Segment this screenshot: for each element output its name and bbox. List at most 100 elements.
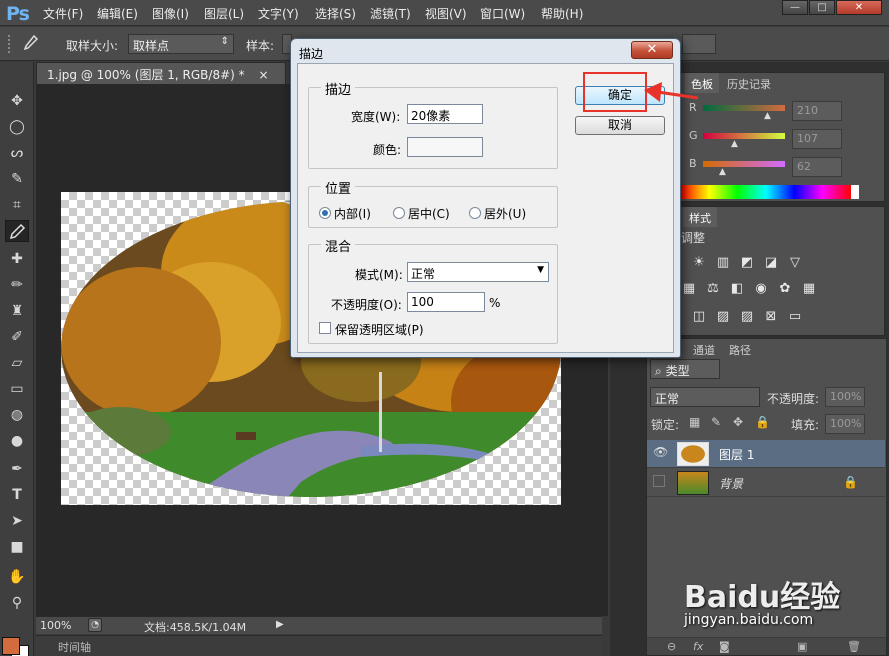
lock-pixels-icon[interactable]: ▦	[689, 415, 700, 429]
status-info-icon[interactable]: ◔	[88, 618, 102, 632]
brightness-icon[interactable]: ☀	[691, 255, 707, 271]
radio-inside[interactable]	[319, 207, 331, 219]
menu-layer[interactable]: 图层(L)	[204, 5, 244, 22]
maximize-button[interactable]: □	[809, 0, 835, 15]
threshold-icon[interactable]: ▨	[739, 309, 755, 325]
menu-filter[interactable]: 滤镜(T)	[370, 5, 411, 22]
cancel-button[interactable]: 取消	[575, 116, 665, 135]
move-tool-icon[interactable]: ✥	[5, 90, 29, 112]
tab-paths[interactable]: 路径	[723, 339, 757, 359]
zoom-tool-icon[interactable]: ⚲	[5, 592, 29, 614]
eyedropper-tool-icon[interactable]	[5, 220, 29, 242]
slider-thumb-icon[interactable]: ▲	[764, 111, 771, 121]
dodge-tool-icon[interactable]: ●	[5, 430, 29, 452]
color-balance-icon[interactable]: ⚖	[705, 281, 721, 297]
foreground-color-swatch[interactable]	[2, 637, 20, 655]
eraser-tool-icon[interactable]: ▱	[5, 352, 29, 374]
lock-all-icon[interactable]: 🔒	[755, 415, 770, 429]
channel-g-value[interactable]: 107	[792, 129, 842, 149]
channel-g-slider[interactable]	[703, 133, 785, 139]
crop-tool-icon[interactable]: ⌗	[5, 194, 29, 216]
color-swatch-field[interactable]	[407, 137, 483, 157]
lasso-tool-icon[interactable]: ᔕ	[5, 142, 29, 164]
eyedropper-tool-icon[interactable]	[20, 33, 40, 53]
gradient-tool-icon[interactable]: ▭	[5, 378, 29, 400]
vibrance-icon[interactable]: ▽	[787, 255, 803, 271]
minimize-button[interactable]: —	[782, 0, 808, 15]
marquee-tool-icon[interactable]: ◯	[5, 116, 29, 138]
menu-select[interactable]: 选择(S)	[315, 5, 356, 22]
preserve-transparency-checkbox[interactable]	[319, 322, 331, 334]
radio-outside-label[interactable]: 居外(U)	[484, 205, 526, 222]
lock-image-icon[interactable]: ✎	[711, 415, 721, 429]
layer-name[interactable]: 图层 1	[719, 446, 754, 463]
channel-b-slider[interactable]	[703, 161, 785, 167]
channel-r-value[interactable]: 210	[792, 101, 842, 121]
radio-center[interactable]	[393, 207, 405, 219]
document-tab[interactable]: 1.jpg @ 100% (图层 1, RGB/8#) * ×	[36, 62, 286, 84]
gradient-map-icon[interactable]: ▭	[787, 309, 803, 325]
white-swatch[interactable]	[851, 185, 859, 199]
brush-tool-icon[interactable]: ✏	[5, 274, 29, 296]
rectangle-tool-icon[interactable]: ■	[5, 536, 29, 558]
quick-select-tool-icon[interactable]: ✎	[5, 168, 29, 190]
layer-row[interactable]: 背景 🔒	[647, 469, 885, 497]
menu-view[interactable]: 视图(V)	[425, 5, 467, 22]
status-menu-arrow-icon[interactable]: ▶	[276, 619, 284, 630]
selective-color-icon[interactable]: ⊠	[763, 309, 779, 325]
document-tab-close[interactable]: ×	[258, 68, 268, 82]
slider-thumb-icon[interactable]: ▲	[731, 139, 738, 149]
eye-icon[interactable]: 👁	[653, 445, 668, 459]
mask-icon[interactable]: ◙	[719, 640, 730, 653]
history-brush-tool-icon[interactable]: ✐	[5, 326, 29, 348]
channel-r-slider[interactable]	[703, 105, 785, 111]
blur-tool-icon[interactable]: ◍	[5, 404, 29, 426]
bw-icon[interactable]: ◧	[729, 281, 745, 297]
timeline-label[interactable]: 时间轴	[58, 639, 91, 655]
zoom-level[interactable]: 100%	[40, 619, 71, 632]
layer-name[interactable]: 背景	[719, 475, 743, 492]
channel-b-value[interactable]: 62	[792, 157, 842, 177]
trash-icon[interactable]: 🗑	[847, 640, 861, 653]
channel-mixer-icon[interactable]: ✿	[777, 281, 793, 297]
slider-thumb-icon[interactable]: ▲	[719, 167, 726, 177]
tab-styles[interactable]: 样式	[683, 207, 717, 227]
options-extra-select[interactable]	[682, 34, 716, 54]
tab-channels[interactable]: 通道	[687, 339, 721, 359]
lock-position-icon[interactable]: ✥	[733, 415, 743, 429]
posterize-icon[interactable]: ▨	[715, 309, 731, 325]
color-spectrum-bar[interactable]	[681, 185, 851, 199]
radio-outside[interactable]	[469, 207, 481, 219]
exposure-icon[interactable]: ◪	[763, 255, 779, 271]
clone-stamp-tool-icon[interactable]: ♜	[5, 300, 29, 322]
menu-window[interactable]: 窗口(W)	[480, 5, 525, 22]
menu-image[interactable]: 图像(I)	[152, 5, 189, 22]
photo-filter-icon[interactable]: ◉	[753, 281, 769, 297]
pen-tool-icon[interactable]: ✒	[5, 458, 29, 480]
color-lookup-icon[interactable]: ▦	[801, 281, 817, 297]
menu-help[interactable]: 帮助(H)	[541, 5, 583, 22]
preserve-transparency-label[interactable]: 保留透明区域(P)	[335, 321, 424, 338]
dialog-close-button[interactable]: ✕	[631, 41, 673, 59]
radio-inside-label[interactable]: 内部(I)	[334, 205, 371, 222]
type-tool-icon[interactable]: T	[5, 484, 29, 506]
curves-icon[interactable]: ◩	[739, 255, 755, 271]
link-icon[interactable]: ⊖	[667, 640, 676, 653]
hand-tool-icon[interactable]: ✋	[5, 566, 29, 588]
healing-brush-tool-icon[interactable]: ✚	[5, 248, 29, 270]
menu-type[interactable]: 文字(Y)	[258, 5, 299, 22]
hue-icon[interactable]: ▦	[681, 281, 697, 297]
sample-size-select[interactable]: 取样点 ⇕	[128, 34, 234, 54]
blend-mode-select[interactable]: 正常	[650, 387, 760, 407]
layer-row[interactable]: 👁 图层 1	[647, 440, 885, 468]
layer-fill-value[interactable]: 100%	[825, 414, 865, 434]
menu-file[interactable]: 文件(F)	[43, 5, 83, 22]
levels-icon[interactable]: ▥	[715, 255, 731, 271]
fx-icon[interactable]: fx	[693, 640, 703, 653]
menu-edit[interactable]: 编辑(E)	[97, 5, 138, 22]
width-input[interactable]: 20像素	[407, 104, 483, 124]
path-select-tool-icon[interactable]: ➤	[5, 510, 29, 532]
opacity-input[interactable]: 100	[407, 292, 485, 312]
layer-opacity-value[interactable]: 100%	[825, 387, 865, 407]
radio-center-label[interactable]: 居中(C)	[408, 205, 450, 222]
